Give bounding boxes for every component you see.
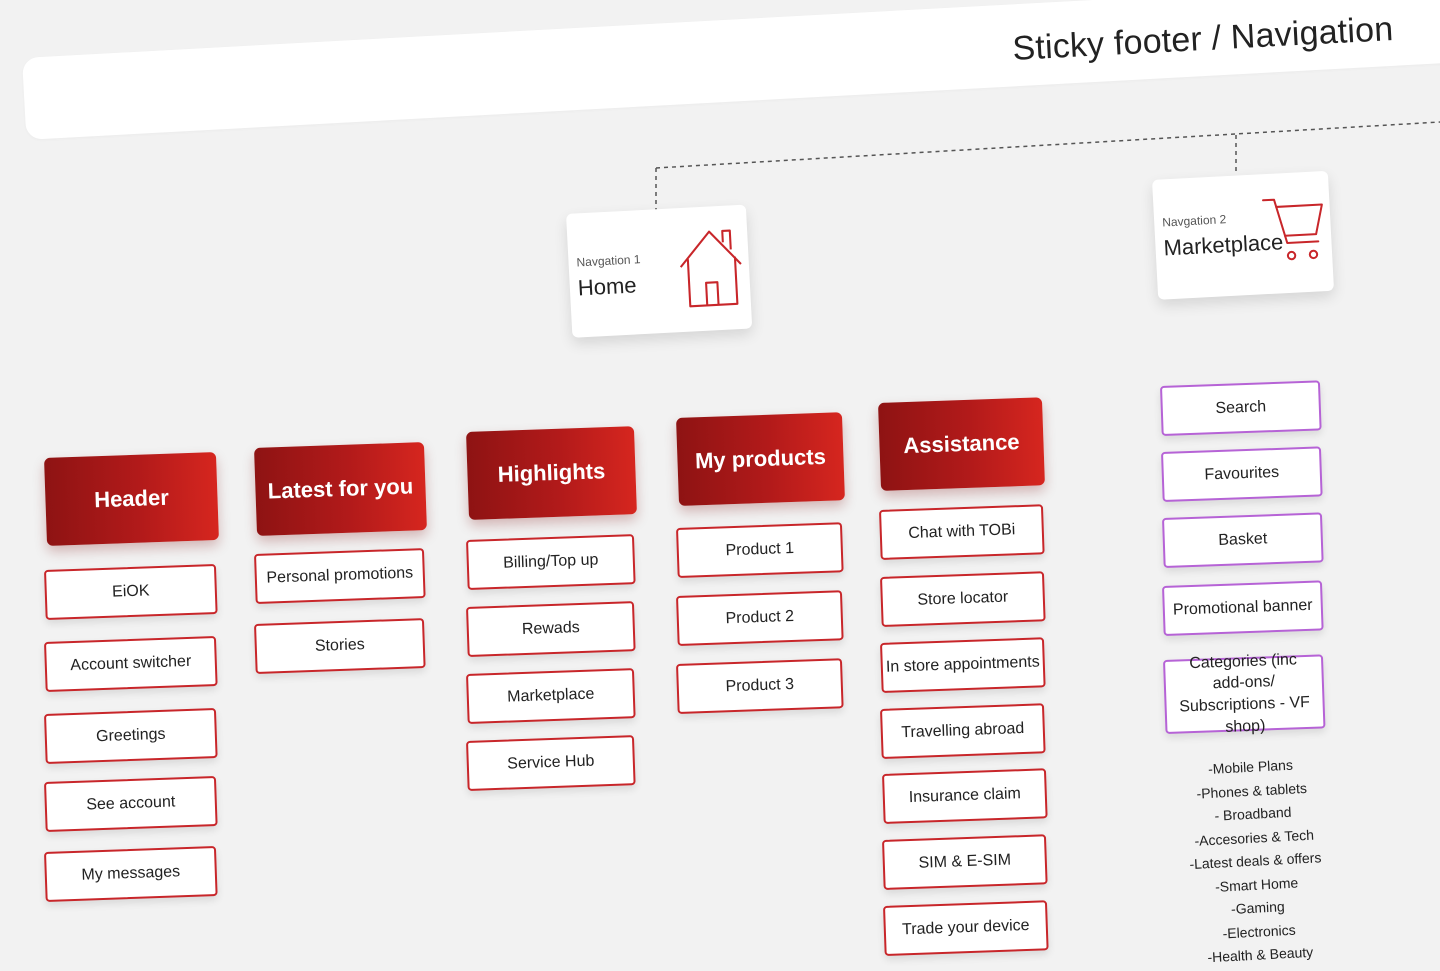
item-billing-top-up[interactable]: Billing/Top up xyxy=(466,534,636,590)
column-header-my-products: My products xyxy=(676,412,845,506)
item-product-3[interactable]: Product 3 xyxy=(676,658,844,714)
item-product-2[interactable]: Product 2 xyxy=(676,590,844,646)
item-service-hub[interactable]: Service Hub xyxy=(466,735,636,791)
nav-home-sub: Navgation 1 xyxy=(576,252,641,270)
item-sim-e-sim[interactable]: SIM & E-SIM xyxy=(882,834,1048,890)
connector-top-line xyxy=(655,121,1440,169)
column-header-highlights: Highlights xyxy=(466,426,637,520)
item-chat-with-tobi[interactable]: Chat with TOBi xyxy=(879,504,1045,560)
item-personal-promotions[interactable]: Personal promotions xyxy=(254,548,426,604)
shopping-cart-icon xyxy=(1262,198,1323,261)
item-store-locator[interactable]: Store locator xyxy=(880,571,1046,627)
marketplace-item-basket[interactable]: Basket xyxy=(1162,512,1324,568)
item-my-messages[interactable]: My messages xyxy=(44,845,218,902)
marketplace-category-list: -Mobile Plans -Phones & tablets - Broadb… xyxy=(1170,752,1341,971)
item-in-store-appointments[interactable]: In store appointments xyxy=(880,637,1046,693)
column-header-latest-for-you: Latest for you xyxy=(254,442,427,536)
item-account-switcher[interactable]: Account switcher xyxy=(44,635,218,692)
nav-card-marketplace[interactable]: Navgation 2 Marketplace xyxy=(1152,170,1335,300)
item-stories[interactable]: Stories xyxy=(254,618,426,674)
nav-home-title: Home xyxy=(577,272,638,301)
diagram-stage: Sticky footer / Navigation Navgation 1 H… xyxy=(0,0,1440,965)
nav-card-home[interactable]: Navgation 1 Home xyxy=(566,204,753,338)
marketplace-item-favourites[interactable]: Favourites xyxy=(1161,446,1323,502)
item-travelling-abroad[interactable]: Travelling abroad xyxy=(880,703,1046,759)
item-marketplace[interactable]: Marketplace xyxy=(466,668,636,724)
nav-marketplace-sub: Navgation 2 xyxy=(1161,212,1227,230)
column-header-assistance: Assistance xyxy=(878,397,1045,491)
item-rewads[interactable]: Rewads xyxy=(466,601,636,657)
item-eiok[interactable]: EiOK xyxy=(44,563,218,620)
marketplace-item-search[interactable]: Search xyxy=(1160,380,1322,436)
column-header-header: Header xyxy=(44,451,219,546)
item-see-account[interactable]: See account xyxy=(44,775,218,832)
marketplace-item-promotional-banner[interactable]: Promotional banner xyxy=(1162,580,1324,636)
item-insurance-claim[interactable]: Insurance claim xyxy=(882,768,1048,824)
item-greetings[interactable]: Greetings xyxy=(44,707,218,764)
home-icon xyxy=(679,229,742,308)
item-product-1[interactable]: Product 1 xyxy=(676,522,844,578)
marketplace-item-categories[interactable]: Categories (inc add-ons/ Subscriptions -… xyxy=(1163,651,1326,735)
item-trade-your-device[interactable]: Trade your device xyxy=(883,900,1049,956)
